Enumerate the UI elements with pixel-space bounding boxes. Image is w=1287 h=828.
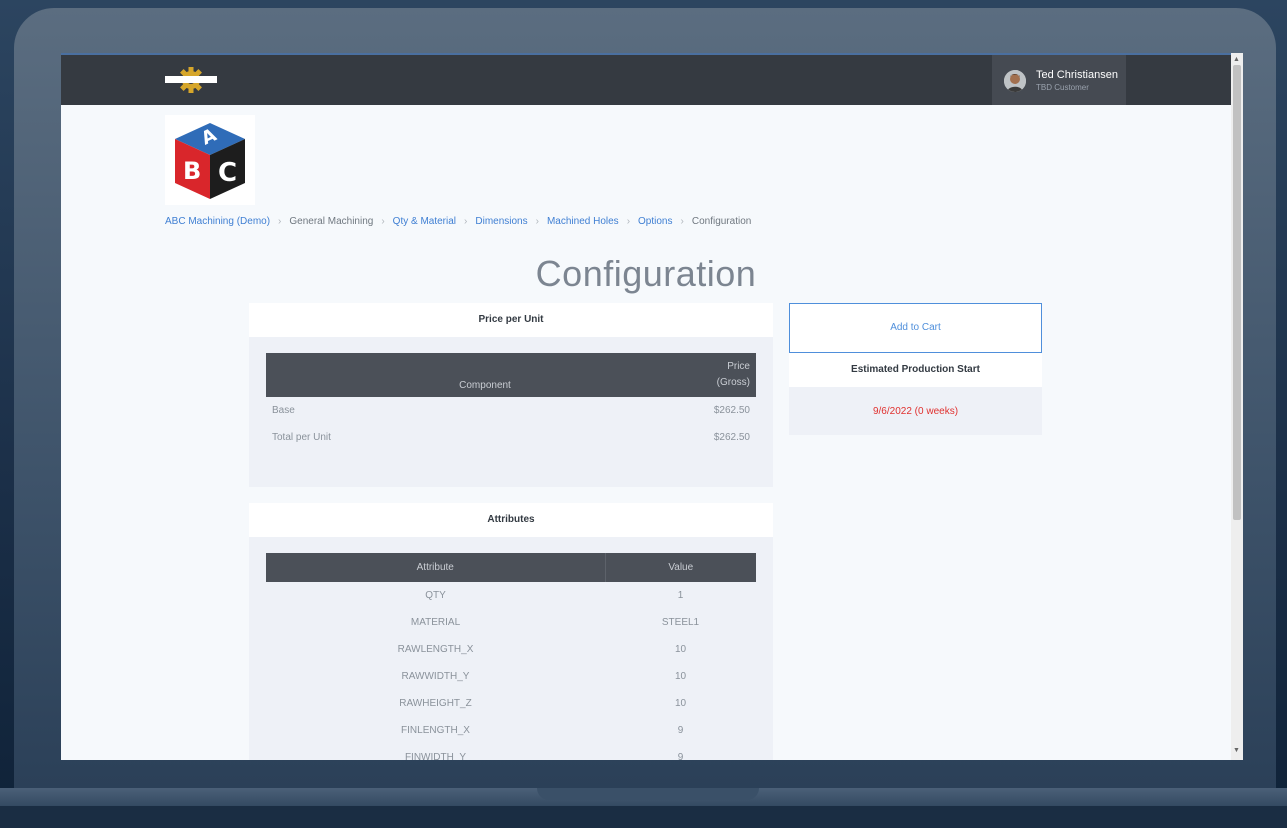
table-row: Total per Unit $262.50 <box>266 424 756 451</box>
scroll-up-icon[interactable]: ▲ <box>1233 56 1240 63</box>
attributes-card-title: Attributes <box>249 503 773 537</box>
svg-text:B: B <box>183 157 201 185</box>
chevron-right-icon: › <box>535 216 539 227</box>
table-row: FINLENGTH_X 9 <box>266 717 756 744</box>
row-label: Base <box>272 405 295 416</box>
attribute-name: RAWLENGTH_X <box>397 644 474 655</box>
chevron-right-icon: › <box>464 216 468 227</box>
attribute-value: 9 <box>677 752 684 760</box>
scroll-thumb[interactable] <box>1233 65 1241 520</box>
laptop-foot <box>0 806 1287 828</box>
gear-logo-icon[interactable] <box>165 65 217 95</box>
page-title: Configuration <box>535 253 757 294</box>
row-value: $262.50 <box>713 432 750 443</box>
column-header-component: Component <box>266 353 704 397</box>
column-header-value: Value <box>605 553 756 582</box>
breadcrumb-item[interactable]: Options <box>638 216 672 227</box>
breadcrumb: ABC Machining (Demo) › General Machining › Q… <box>165 216 751 227</box>
table-row: RAWWIDTH_Y 10 <box>266 663 756 690</box>
user-menu[interactable]: Ted Christiansen TBD Customer <box>992 55 1126 105</box>
breadcrumb-item[interactable]: ABC Machining (Demo) <box>165 216 270 227</box>
attribute-value: 10 <box>674 671 687 682</box>
attribute-value: 10 <box>674 644 687 655</box>
chevron-right-icon: › <box>381 216 385 227</box>
table-row: FINWIDTH_Y 9 <box>266 744 756 760</box>
row-label: Total per Unit <box>272 432 331 443</box>
add-to-cart-button[interactable]: Add to Cart <box>789 303 1042 353</box>
table-row: Base $262.50 <box>266 397 756 424</box>
company-logo: A B C <box>165 115 255 205</box>
column-header-attribute: Attribute <box>266 553 606 582</box>
column-header-price: Price (Gross) <box>704 353 756 397</box>
attribute-value: STEEL1 <box>661 617 700 628</box>
user-role: TBD Customer <box>1036 83 1089 92</box>
avatar <box>1004 70 1026 92</box>
breadcrumb-item: General Machining <box>289 216 374 227</box>
table-row: RAWHEIGHT_Z 10 <box>266 690 756 717</box>
breadcrumb-item[interactable]: Machined Holes <box>547 216 619 227</box>
attribute-name: RAWHEIGHT_Z <box>399 698 472 709</box>
chevron-right-icon: › <box>278 216 282 227</box>
attribute-value: 9 <box>677 725 684 736</box>
attributes-table: Attribute Value QTY 1 MATERIAL STEEL1 RA… <box>266 553 756 760</box>
chevron-right-icon: › <box>680 216 684 227</box>
chevron-right-icon: › <box>626 216 631 227</box>
browser-viewport: Ted Christiansen TBD Customer ▲ ▼ A B C … <box>61 53 1243 760</box>
attributes-card: Attributes Attribute Value QTY 1 MATERIA… <box>249 503 773 760</box>
breadcrumb-item[interactable]: Qty & Material <box>393 216 456 227</box>
production-start-date: 9/6/2022 (0 weeks) <box>872 406 959 417</box>
production-start-title: Estimated Production Start <box>789 353 1042 387</box>
table-row: RAWLENGTH_X 10 <box>266 636 756 663</box>
breadcrumb-item: Configuration <box>691 216 752 227</box>
table-row: MATERIAL STEEL1 <box>266 609 756 636</box>
production-start-card: Estimated Production Start 9/6/2022 (0 w… <box>789 353 1042 435</box>
user-name: Ted Christiansen <box>1036 69 1118 81</box>
price-card-title: Price per Unit <box>249 303 773 337</box>
price-header-line1: Price <box>727 361 750 372</box>
row-value: $262.50 <box>713 405 750 416</box>
attribute-name: RAWWIDTH_Y <box>401 671 470 682</box>
svg-text:C: C <box>218 158 237 188</box>
price-header-line2: (Gross) <box>716 377 750 388</box>
top-navbar: Ted Christiansen TBD Customer <box>61 53 1231 105</box>
vertical-scrollbar[interactable]: ▲ ▼ <box>1231 53 1243 760</box>
price-per-unit-card: Price per Unit Component Price (Gross) B… <box>249 303 773 487</box>
attribute-name: FINWIDTH_Y <box>404 752 467 760</box>
attribute-value: 10 <box>674 698 687 709</box>
laptop-notch <box>537 788 759 800</box>
breadcrumb-item[interactable]: Dimensions <box>475 216 527 227</box>
scroll-down-icon[interactable]: ▼ <box>1233 747 1240 754</box>
attribute-name: MATERIAL <box>410 617 461 628</box>
attribute-name: FINLENGTH_X <box>401 725 470 736</box>
table-row: QTY 1 <box>266 582 756 609</box>
attribute-value: 1 <box>677 590 684 601</box>
attribute-name: QTY <box>425 590 446 601</box>
price-table: Component Price (Gross) Base $262.50 Tot… <box>266 353 756 451</box>
